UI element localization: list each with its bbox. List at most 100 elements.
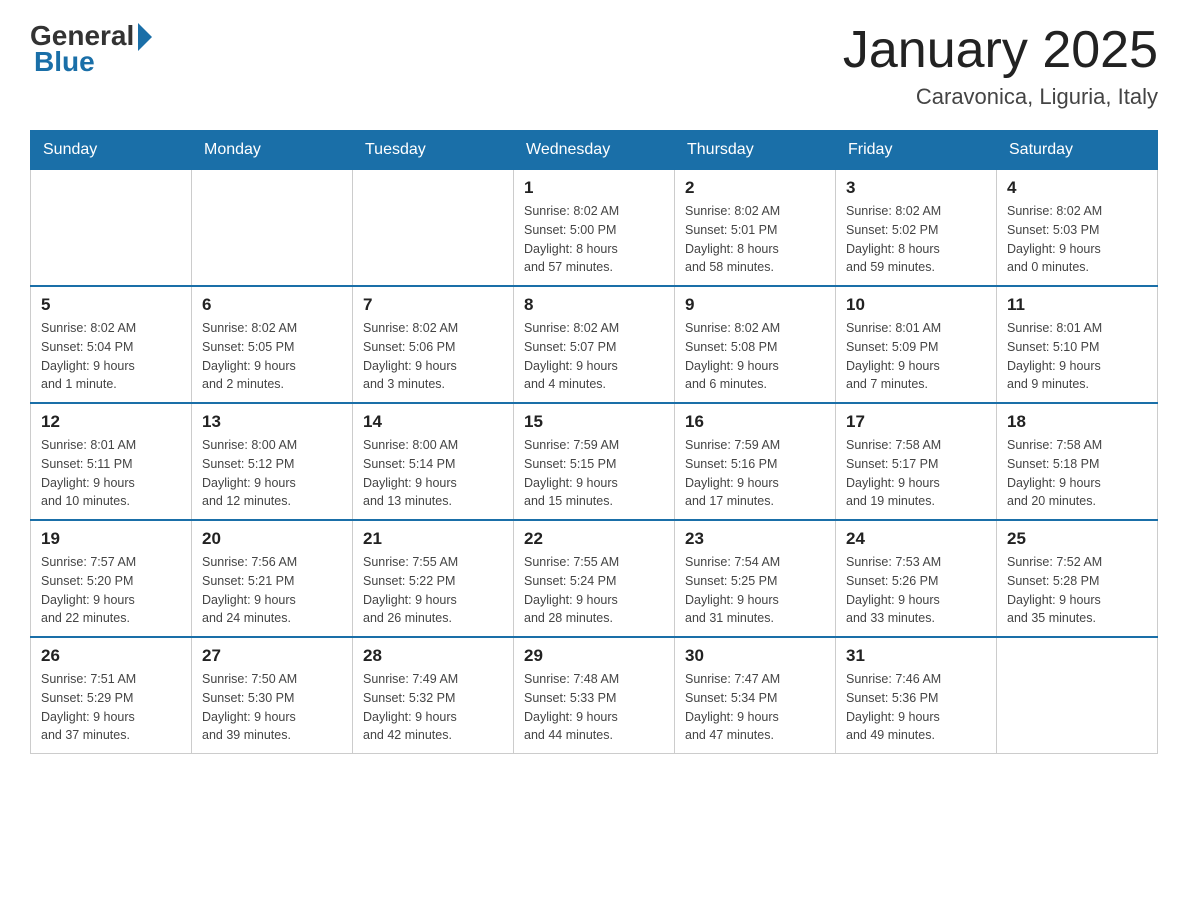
calendar-table: SundayMondayTuesdayWednesdayThursdayFrid… — [30, 130, 1158, 754]
day-info: Sunrise: 7:57 AMSunset: 5:20 PMDaylight:… — [41, 553, 181, 628]
day-number: 11 — [1007, 295, 1147, 315]
calendar-cell: 5Sunrise: 8:02 AMSunset: 5:04 PMDaylight… — [31, 286, 192, 403]
day-info: Sunrise: 7:55 AMSunset: 5:24 PMDaylight:… — [524, 553, 664, 628]
day-info: Sunrise: 8:02 AMSunset: 5:00 PMDaylight:… — [524, 202, 664, 277]
logo: General Blue — [30, 20, 152, 78]
calendar-cell: 25 Sunrise: 7:52 AMSunset: 5:28 PMDayligh… — [997, 520, 1158, 637]
day-number: 10 — [846, 295, 986, 315]
day-info: Sunrise: 8:02 AMSunset: 5:02 PMDaylight:… — [846, 202, 986, 277]
day-number: 7 — [363, 295, 503, 315]
calendar-cell: 6 Sunrise: 8:02 AMSunset: 5:05 PMDaylight… — [192, 286, 353, 403]
calendar-cell: 3 Sunrise: 8:02 AMSunset: 5:02 PMDaylight… — [836, 170, 997, 287]
day-number: 9 — [685, 295, 825, 315]
calendar-cell: 7 Sunrise: 8:02 AMSunset: 5:06 PMDaylight… — [353, 286, 514, 403]
header-thursday: Thursday — [675, 131, 836, 170]
header-monday: Monday — [192, 131, 353, 170]
day-number: 12 — [41, 412, 181, 432]
day-info: Sunrise: 8:02 AMSunset: 5:07 PMDaylight:… — [524, 319, 664, 394]
calendar-cell: 23Sunrise: 7:54 AMSunset: 5:25 PMDayligh… — [675, 520, 836, 637]
day-number: 22 — [524, 529, 664, 549]
day-info: Sunrise: 8:02 AMSunset: 5:05 PMDaylight:… — [202, 319, 342, 394]
day-number: 18 — [1007, 412, 1147, 432]
calendar-cell: 24Sunrise: 7:53 AMSunset: 5:26 PMDayligh… — [836, 520, 997, 637]
calendar-header-row: SundayMondayTuesdayWednesdayThursdayFrid… — [31, 131, 1158, 170]
calendar-cell: 16 Sunrise: 7:59 AMSunset: 5:16 PMDayligh… — [675, 403, 836, 520]
day-number: 31 — [846, 646, 986, 666]
day-info: Sunrise: 8:02 AMSunset: 5:08 PMDaylight:… — [685, 319, 825, 394]
header-sunday: Sunday — [31, 131, 192, 170]
day-number: 1 — [524, 178, 664, 198]
header-tuesday: Tuesday — [353, 131, 514, 170]
day-info: Sunrise: 8:01 AMSunset: 5:10 PMDaylight:… — [1007, 319, 1147, 394]
day-number: 6 — [202, 295, 342, 315]
day-number: 17 — [846, 412, 986, 432]
calendar-cell — [997, 637, 1158, 754]
calendar-cell: 30 Sunrise: 7:47 AMSunset: 5:34 PMDayligh… — [675, 637, 836, 754]
day-number: 28 — [363, 646, 503, 666]
day-info: Sunrise: 8:02 AMSunset: 5:04 PMDaylight:… — [41, 319, 181, 394]
calendar-cell: 17 Sunrise: 7:58 AMSunset: 5:17 PMDayligh… — [836, 403, 997, 520]
day-number: 15 — [524, 412, 664, 432]
day-info: Sunrise: 8:01 AMSunset: 5:11 PMDaylight:… — [41, 436, 181, 511]
day-info: Sunrise: 7:52 AMSunset: 5:28 PMDaylight:… — [1007, 553, 1147, 628]
calendar-cell: 10 Sunrise: 8:01 AMSunset: 5:09 PMDayligh… — [836, 286, 997, 403]
day-number: 19 — [41, 529, 181, 549]
calendar-cell: 18 Sunrise: 7:58 AMSunset: 5:18 PMDayligh… — [997, 403, 1158, 520]
calendar-cell: 28Sunrise: 7:49 AMSunset: 5:32 PMDayligh… — [353, 637, 514, 754]
day-number: 26 — [41, 646, 181, 666]
day-info: Sunrise: 8:00 AMSunset: 5:14 PMDaylight:… — [363, 436, 503, 511]
day-info: Sunrise: 7:58 AMSunset: 5:17 PMDaylight:… — [846, 436, 986, 511]
day-number: 4 — [1007, 178, 1147, 198]
calendar-week-row: 5Sunrise: 8:02 AMSunset: 5:04 PMDaylight… — [31, 286, 1158, 403]
calendar-week-row: 12 Sunrise: 8:01 AMSunset: 5:11 PMDayligh… — [31, 403, 1158, 520]
day-info: Sunrise: 7:51 AMSunset: 5:29 PMDaylight:… — [41, 670, 181, 745]
calendar-cell: 29 Sunrise: 7:48 AMSunset: 5:33 PMDayligh… — [514, 637, 675, 754]
calendar-cell: 11 Sunrise: 8:01 AMSunset: 5:10 PMDayligh… — [997, 286, 1158, 403]
day-info: Sunrise: 8:02 AMSunset: 5:01 PMDaylight:… — [685, 202, 825, 277]
day-number: 25 — [1007, 529, 1147, 549]
calendar-cell — [192, 170, 353, 287]
day-info: Sunrise: 7:55 AMSunset: 5:22 PMDaylight:… — [363, 553, 503, 628]
calendar-week-row: 19 Sunrise: 7:57 AMSunset: 5:20 PMDayligh… — [31, 520, 1158, 637]
logo-blue-text: Blue — [34, 46, 95, 78]
calendar-cell: 22 Sunrise: 7:55 AMSunset: 5:24 PMDayligh… — [514, 520, 675, 637]
header-saturday: Saturday — [997, 131, 1158, 170]
calendar-cell — [353, 170, 514, 287]
calendar-cell: 15Sunrise: 7:59 AMSunset: 5:15 PMDayligh… — [514, 403, 675, 520]
day-info: Sunrise: 7:50 AMSunset: 5:30 PMDaylight:… — [202, 670, 342, 745]
calendar-cell — [31, 170, 192, 287]
day-number: 23 — [685, 529, 825, 549]
day-info: Sunrise: 7:58 AMSunset: 5:18 PMDaylight:… — [1007, 436, 1147, 511]
calendar-subtitle: Caravonica, Liguria, Italy — [843, 84, 1158, 110]
calendar-cell: 8 Sunrise: 8:02 AMSunset: 5:07 PMDaylight… — [514, 286, 675, 403]
calendar-cell: 19 Sunrise: 7:57 AMSunset: 5:20 PMDayligh… — [31, 520, 192, 637]
day-info: Sunrise: 7:53 AMSunset: 5:26 PMDaylight:… — [846, 553, 986, 628]
logo-arrow-icon — [138, 23, 152, 51]
day-number: 3 — [846, 178, 986, 198]
calendar-week-row: 26 Sunrise: 7:51 AMSunset: 5:29 PMDayligh… — [31, 637, 1158, 754]
day-info: Sunrise: 8:02 AMSunset: 5:06 PMDaylight:… — [363, 319, 503, 394]
header-wednesday: Wednesday — [514, 131, 675, 170]
day-number: 20 — [202, 529, 342, 549]
calendar-cell: 9 Sunrise: 8:02 AMSunset: 5:08 PMDaylight… — [675, 286, 836, 403]
calendar-cell: 27 Sunrise: 7:50 AMSunset: 5:30 PMDayligh… — [192, 637, 353, 754]
calendar-cell: 4 Sunrise: 8:02 AMSunset: 5:03 PMDaylight… — [997, 170, 1158, 287]
calendar-title: January 2025 — [843, 20, 1158, 80]
day-info: Sunrise: 8:02 AMSunset: 5:03 PMDaylight:… — [1007, 202, 1147, 277]
day-number: 27 — [202, 646, 342, 666]
day-number: 16 — [685, 412, 825, 432]
day-info: Sunrise: 8:01 AMSunset: 5:09 PMDaylight:… — [846, 319, 986, 394]
day-info: Sunrise: 7:46 AMSunset: 5:36 PMDaylight:… — [846, 670, 986, 745]
day-number: 29 — [524, 646, 664, 666]
calendar-week-row: 1 Sunrise: 8:02 AMSunset: 5:00 PMDaylight… — [31, 170, 1158, 287]
day-info: Sunrise: 8:00 AMSunset: 5:12 PMDaylight:… — [202, 436, 342, 511]
title-block: January 2025 Caravonica, Liguria, Italy — [843, 20, 1158, 110]
day-number: 30 — [685, 646, 825, 666]
day-info: Sunrise: 7:59 AMSunset: 5:16 PMDaylight:… — [685, 436, 825, 511]
day-info: Sunrise: 7:48 AMSunset: 5:33 PMDaylight:… — [524, 670, 664, 745]
calendar-cell: 20 Sunrise: 7:56 AMSunset: 5:21 PMDayligh… — [192, 520, 353, 637]
calendar-cell: 12 Sunrise: 8:01 AMSunset: 5:11 PMDayligh… — [31, 403, 192, 520]
day-info: Sunrise: 7:56 AMSunset: 5:21 PMDaylight:… — [202, 553, 342, 628]
day-number: 8 — [524, 295, 664, 315]
day-info: Sunrise: 7:47 AMSunset: 5:34 PMDaylight:… — [685, 670, 825, 745]
